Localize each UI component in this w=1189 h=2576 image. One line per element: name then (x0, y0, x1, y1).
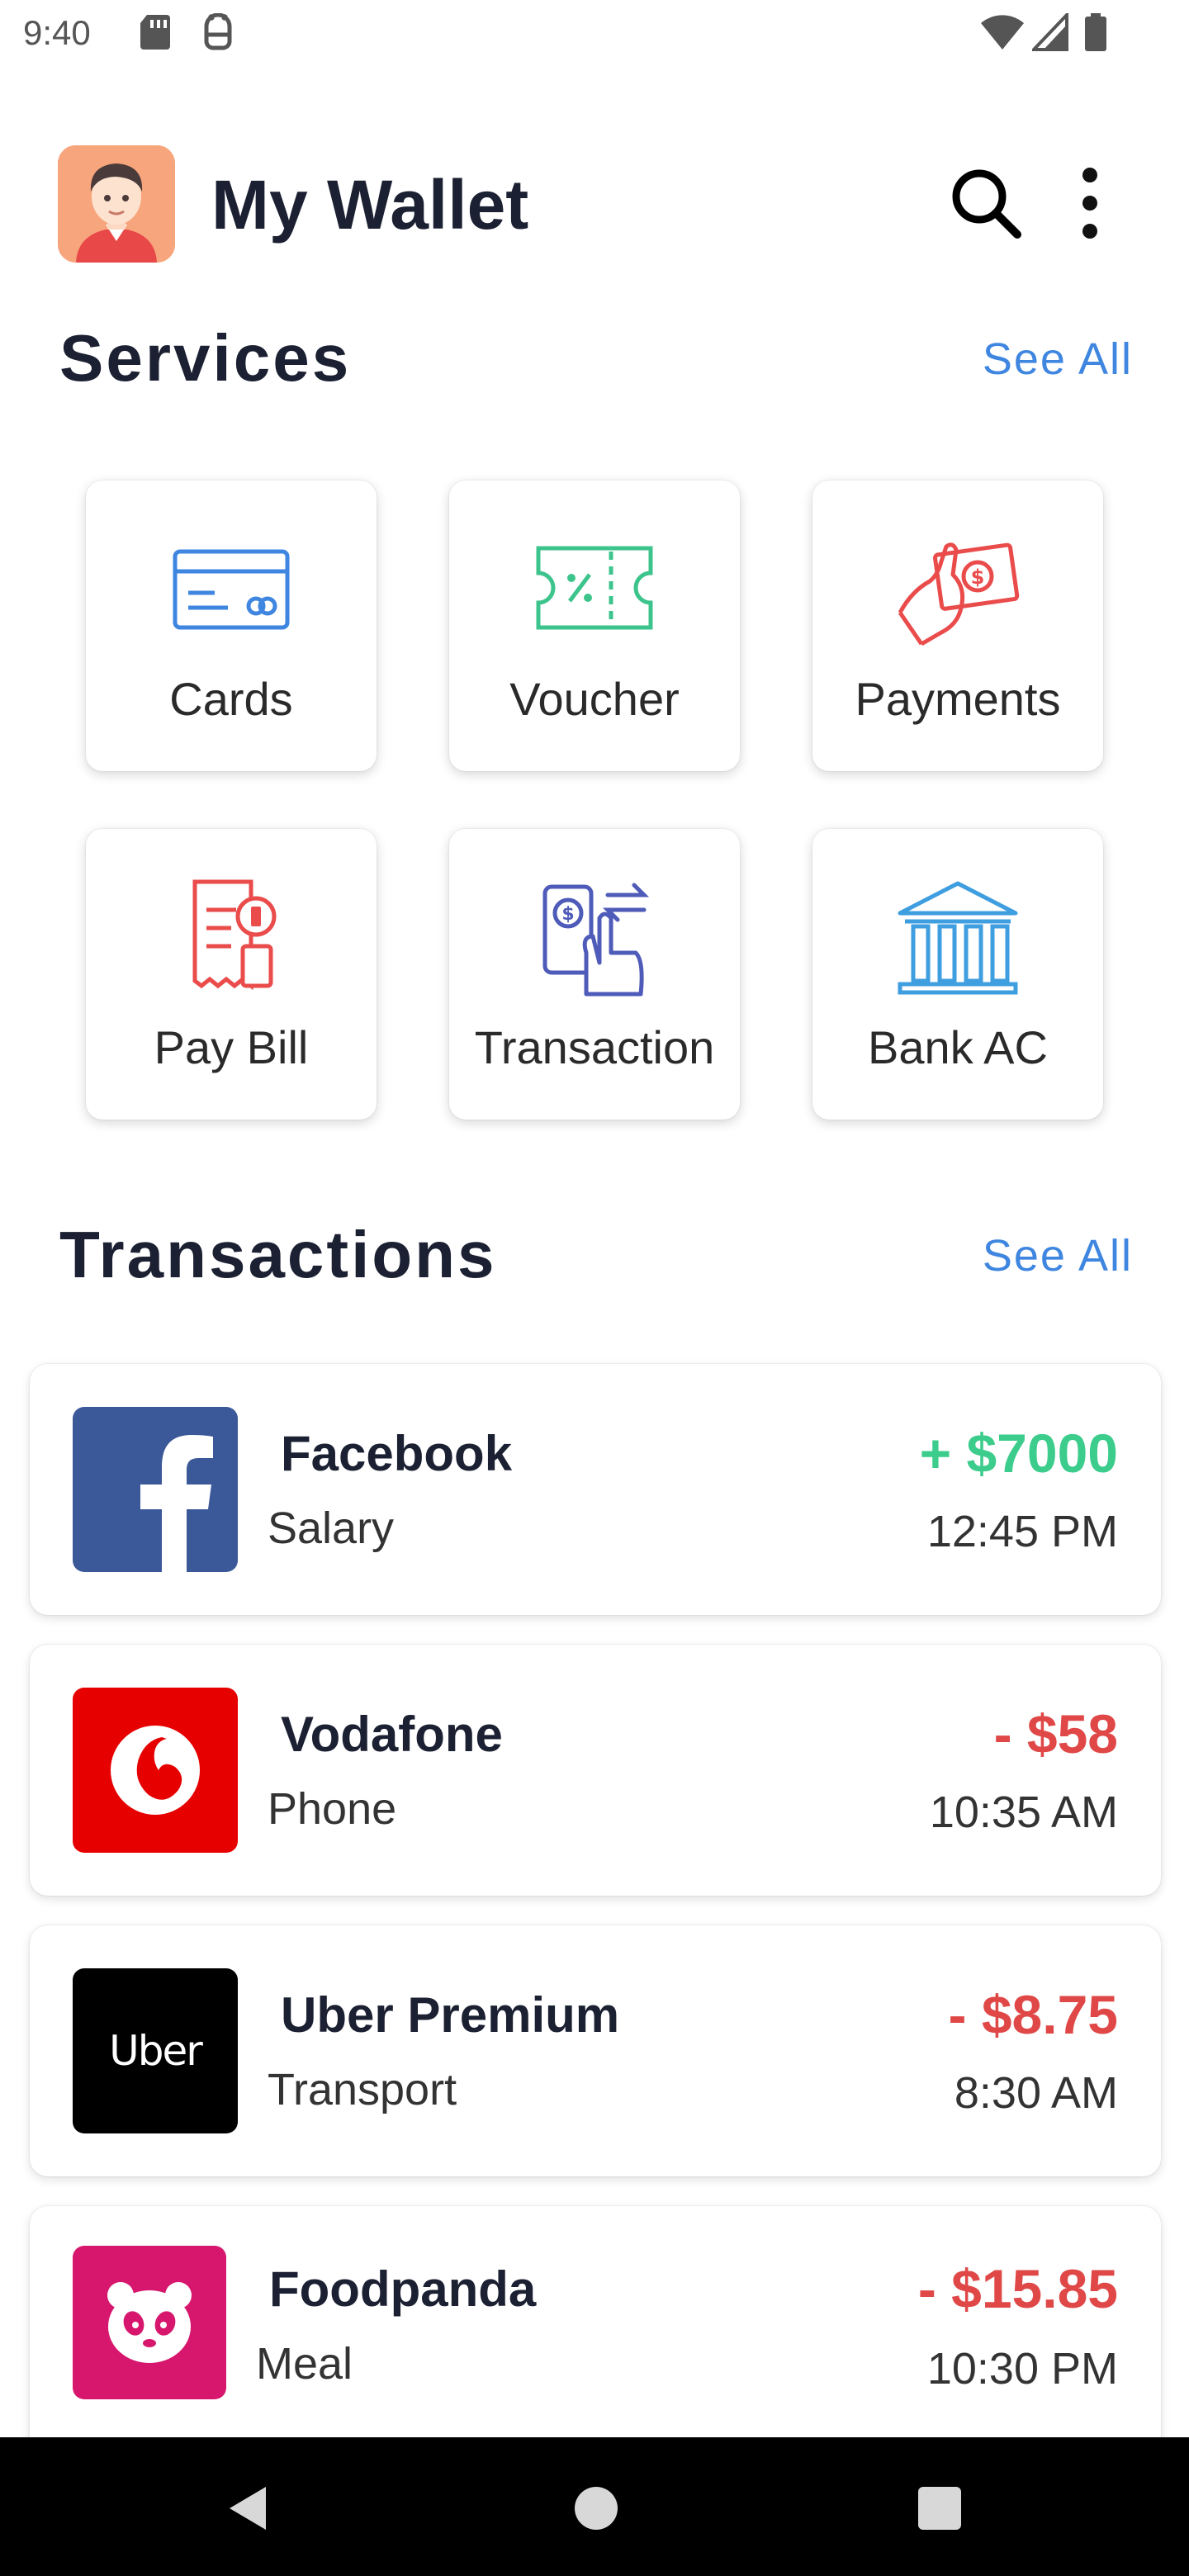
credit-card-icon (173, 549, 290, 630)
transaction-name: Facebook (281, 1426, 513, 1481)
services-header: Services See All (0, 309, 1189, 400)
transaction-amount: - $58 (993, 1703, 1118, 1764)
android-debug-icon (204, 13, 232, 50)
signal-icon (1032, 13, 1068, 51)
svg-text:$: $ (971, 566, 985, 589)
transaction-amount: - $8.75 (948, 1984, 1118, 2045)
service-label: Transaction (474, 1021, 715, 1073)
transaction-category: Meal (256, 2339, 353, 2389)
system-nav-bar (0, 2437, 1189, 2576)
hand-cash-icon: $ (898, 542, 1020, 646)
transactions-see-all-link[interactable]: See All (983, 1230, 1133, 1281)
transaction-name: Vodafone (281, 1707, 503, 1762)
status-time: 9:40 (23, 13, 91, 52)
transaction-time: 12:45 PM (926, 1507, 1118, 1556)
service-payments-button[interactable]: $ Payments (812, 481, 1103, 771)
transaction-name: Foodpanda (269, 2261, 537, 2317)
service-bank-ac-button[interactable]: Bank AC (812, 829, 1103, 1120)
app-bar: My Wallet (0, 132, 1189, 281)
vodafone-logo-icon (73, 1688, 238, 1853)
bill-document-icon (192, 879, 277, 991)
battery-icon (1085, 13, 1106, 51)
foodpanda-logo-icon (73, 2246, 226, 2399)
home-icon[interactable] (570, 2482, 623, 2535)
transaction-amount: - $15.85 (917, 2258, 1118, 2319)
transaction-category: Transport (268, 2065, 457, 2114)
transaction-row[interactable]: Uber Uber Premium Transport - $8.75 8:30… (30, 1925, 1161, 2176)
transaction-name: Uber Premium (281, 1987, 620, 2043)
search-icon[interactable] (948, 165, 1024, 241)
transaction-row[interactable]: Facebook Salary + $7000 12:45 PM (30, 1364, 1161, 1615)
transactions-title: Transactions (59, 1218, 497, 1291)
recents-icon[interactable] (913, 2482, 966, 2535)
transaction-time: 10:35 AM (929, 1788, 1118, 1837)
status-bar: 9:40 (0, 0, 1189, 69)
uber-logo-text: Uber (109, 2027, 203, 2075)
facebook-logo-icon (73, 1407, 238, 1572)
transfer-hand-icon: $ (542, 883, 650, 997)
transaction-row[interactable]: Vodafone Phone - $58 10:35 AM (30, 1645, 1161, 1896)
more-vert-icon[interactable] (1065, 165, 1115, 241)
service-transaction-button[interactable]: $ Transaction (449, 829, 740, 1120)
wifi-icon (981, 15, 1024, 50)
transaction-time: 8:30 AM (954, 2068, 1118, 2118)
service-label: Bank AC (868, 1021, 1048, 1073)
transaction-time: 10:30 PM (926, 2344, 1118, 2394)
services-see-all-link[interactable]: See All (983, 334, 1133, 385)
service-label: Cards (169, 673, 293, 725)
page-title: My Wallet (211, 166, 529, 244)
service-voucher-button[interactable]: Voucher (449, 481, 740, 771)
services-title: Services (59, 321, 352, 395)
back-icon[interactable] (223, 2482, 276, 2535)
voucher-ticket-icon (536, 546, 653, 630)
bank-building-icon (898, 881, 1018, 995)
svg-text:$: $ (561, 904, 574, 925)
transaction-category: Salary (268, 1503, 395, 1553)
service-label: Voucher (509, 673, 680, 725)
user-avatar-icon[interactable] (58, 145, 175, 263)
service-label: Pay Bill (154, 1021, 309, 1073)
sd-card-icon (140, 15, 170, 50)
transaction-row[interactable]: Foodpanda Meal - $15.85 10:30 PM (30, 2206, 1161, 2446)
transaction-category: Phone (268, 1784, 397, 1834)
service-cards-button[interactable]: Cards (86, 481, 377, 771)
services-grid: Cards Voucher $ Payments Pay Bill $ Tran… (86, 481, 1103, 1121)
transaction-amount: + $7000 (919, 1423, 1118, 1484)
uber-logo-icon: Uber (73, 1968, 238, 2133)
service-label: Payments (855, 673, 1061, 725)
service-pay-bill-button[interactable]: Pay Bill (86, 829, 377, 1120)
transactions-header: Transactions See All (0, 1205, 1189, 1296)
